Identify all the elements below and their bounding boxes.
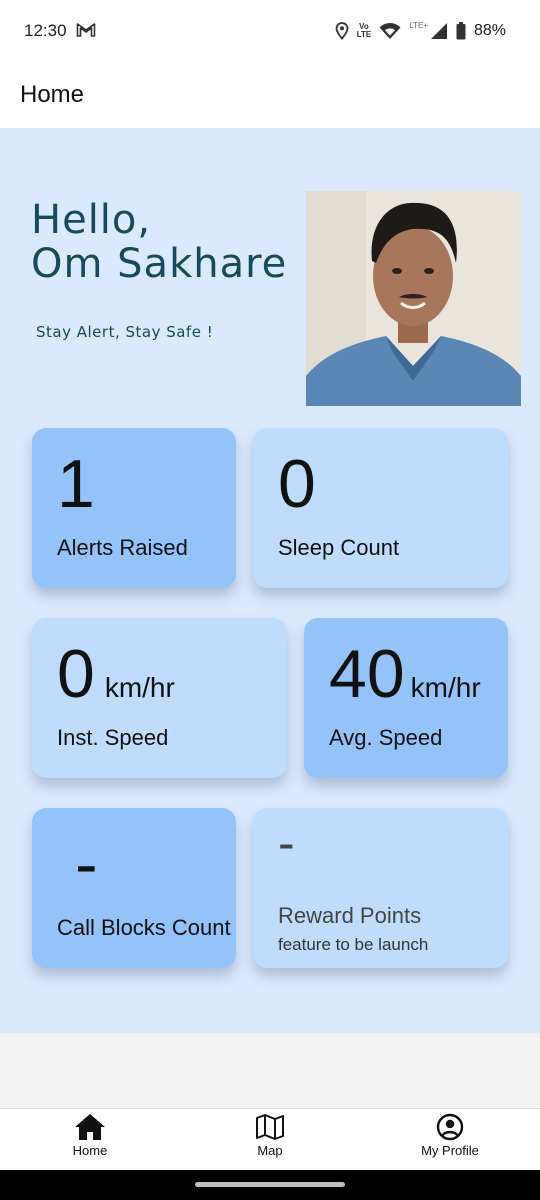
- reward-points-card[interactable]: - Reward Points feature to be launch: [253, 808, 508, 968]
- greeting-line-1: Hello,: [31, 197, 152, 243]
- call-blocks-label: Call Blocks Count: [57, 915, 231, 940]
- nav-my-profile-label: My Profile: [421, 1143, 479, 1158]
- inst-speed-card[interactable]: 0 km/hr Inst. Speed: [32, 618, 287, 778]
- lte-label: LTE+: [409, 20, 428, 30]
- call-blocks-value: -: [75, 826, 98, 902]
- account-circle-icon: [436, 1113, 464, 1141]
- avg-speed-card[interactable]: 40 km/hr Avg. Speed: [304, 618, 508, 778]
- gesture-handle[interactable]: [195, 1182, 345, 1187]
- inst-speed-unit: km/hr: [104, 672, 175, 703]
- location-icon: [335, 22, 349, 40]
- avg-speed-number: 40: [329, 636, 405, 712]
- battery-icon: [456, 22, 466, 40]
- app-bar: Home: [0, 62, 540, 128]
- status-time: 12:30: [24, 21, 67, 40]
- status-icons: Vo LTE LTE+ 88%: [335, 20, 506, 42]
- alerts-raised-value: 1: [57, 446, 95, 522]
- user-name: Om Sakhare: [31, 241, 288, 287]
- battery-percent: 88%: [473, 22, 506, 39]
- sleep-count-card[interactable]: 0 Sleep Count: [253, 428, 508, 588]
- reward-points-sublabel: feature to be launch: [278, 935, 429, 954]
- avg-speed-unit: km/hr: [410, 672, 481, 703]
- profile-photo: [306, 191, 521, 406]
- wifi-icon: [379, 23, 401, 39]
- avg-speed-label: Avg. Speed: [329, 725, 443, 750]
- map-icon: [256, 1114, 284, 1140]
- page-title: Home: [20, 81, 85, 108]
- sleep-count-value: 0: [278, 446, 316, 522]
- sleep-count-label: Sleep Count: [278, 535, 400, 560]
- alerts-raised-card[interactable]: 1 Alerts Raised: [32, 428, 236, 588]
- alerts-raised-label: Alerts Raised: [57, 535, 188, 560]
- signal-icon: [430, 23, 447, 39]
- nav-my-profile[interactable]: My Profile: [390, 1109, 510, 1171]
- greeting: Hello, Om Sakhare: [31, 198, 287, 286]
- nav-home[interactable]: Home: [30, 1109, 150, 1171]
- nav-map-label: Map: [257, 1143, 283, 1158]
- inst-speed-value: 0 km/hr: [57, 640, 175, 708]
- tagline: Stay Alert, Stay Safe !: [36, 323, 214, 341]
- volte-indicator: Vo LTE: [356, 22, 372, 39]
- inst-speed-label: Inst. Speed: [57, 725, 169, 750]
- bottom-navigation: Home Map My Profile: [0, 1108, 540, 1170]
- system-navigation-bar: [0, 1170, 540, 1200]
- home-icon: [75, 1114, 105, 1140]
- inst-speed-number: 0: [57, 636, 95, 712]
- reward-points-value: -: [278, 815, 295, 871]
- nav-map[interactable]: Map: [210, 1109, 330, 1171]
- dashboard-content: Hello, Om Sakhare Stay Alert, Stay Safe …: [0, 128, 540, 1033]
- status-bar: 12:30 Vo LTE LTE+ 88%: [0, 0, 540, 62]
- profile-photo-illustration: [306, 191, 521, 406]
- call-blocks-card[interactable]: - Call Blocks Count: [32, 808, 236, 968]
- reward-points-label: Reward Points: [278, 903, 422, 928]
- gmail-icon: [76, 23, 96, 37]
- avg-speed-value: 40 km/hr: [329, 640, 481, 708]
- nav-home-label: Home: [72, 1143, 108, 1158]
